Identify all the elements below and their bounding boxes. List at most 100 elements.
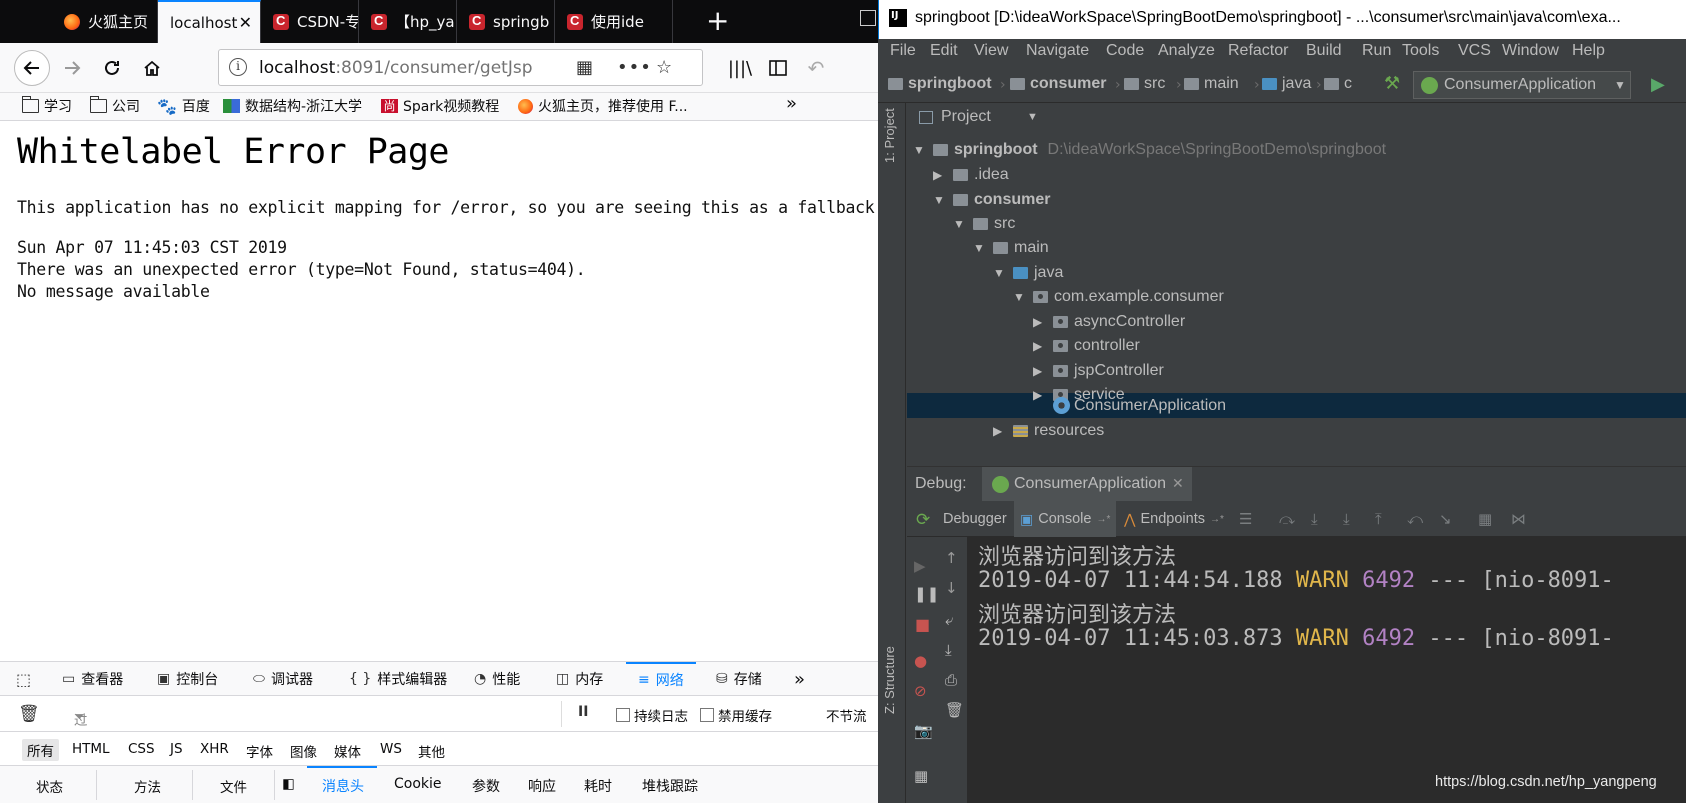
stop-icon[interactable]: ■ xyxy=(915,615,930,634)
structure-tool-tab[interactable]: Z: Structure xyxy=(882,646,897,714)
pause-button[interactable]: II xyxy=(578,704,588,720)
tab-cookie[interactable]: Cookie xyxy=(394,776,442,792)
close-icon[interactable]: ✕ xyxy=(1172,475,1184,492)
column-method[interactable]: 方法 xyxy=(134,776,161,796)
type-css[interactable]: CSS xyxy=(128,741,155,757)
bookmark-data-structures[interactable]: 数据结构-浙江大学 xyxy=(223,96,362,116)
column-file[interactable]: 文件 xyxy=(220,776,272,796)
tab-headers[interactable]: 消息头 xyxy=(322,776,364,796)
type-ws[interactable]: WS xyxy=(380,741,402,757)
collapsed-arrow-icon[interactable]: ▶ xyxy=(1033,315,1047,329)
print-icon[interactable]: ⎙ xyxy=(945,671,957,689)
crumb-package[interactable]: c xyxy=(1324,75,1352,93)
debug-session-tab[interactable]: ConsumerApplication ✕ xyxy=(982,467,1192,502)
project-tool-tab[interactable]: 1: Project xyxy=(882,108,897,163)
tree-item-idea[interactable]: ▶ .idea xyxy=(933,162,1009,187)
devtools-overflow-icon[interactable]: » xyxy=(794,662,805,696)
expanded-arrow-icon[interactable]: ▼ xyxy=(953,217,967,231)
tab-debugger[interactable]: ⬭ 调试器 xyxy=(253,662,313,696)
menu-help[interactable]: Help xyxy=(1572,42,1605,60)
scroll-down-icon[interactable]: ↓ xyxy=(945,579,958,597)
expanded-arrow-icon[interactable]: ▼ xyxy=(973,241,987,255)
menu-build[interactable]: Build xyxy=(1306,42,1342,60)
crumb-springboot[interactable]: springboot xyxy=(888,75,992,93)
tree-item-main[interactable]: ▼ main xyxy=(973,235,1049,260)
scroll-to-end-icon[interactable]: ⤓ xyxy=(945,641,952,659)
disable-cache-checkbox[interactable]: 禁用缓存 xyxy=(700,705,772,725)
collapsed-arrow-icon[interactable]: ▶ xyxy=(1033,339,1047,353)
chevron-down-icon[interactable]: ▼ xyxy=(1027,111,1038,123)
element-picker-icon[interactable]: ⬚ xyxy=(16,662,37,696)
tab-csdn[interactable]: CSDN-专 xyxy=(261,0,359,43)
type-media[interactable]: 媒体 xyxy=(334,741,361,761)
tab-shiyong-idea[interactable]: 使用ide xyxy=(555,0,673,43)
console-output[interactable]: 浏览器访问到该方法 2019-04-07 11:44:54.188 WARN 6… xyxy=(967,537,1686,803)
sidebar-toggle-icon[interactable] xyxy=(762,52,794,84)
url-bar[interactable]: i localhost:8091/consumer/getJsp ▦ ••• ☆ xyxy=(218,49,703,86)
menu-window[interactable]: Window xyxy=(1502,42,1559,60)
toggle-sidebar-icon[interactable]: ◧ xyxy=(282,776,295,792)
tab-memory[interactable]: ◫ 内存 xyxy=(556,662,603,696)
tab-style-editor[interactable]: { } 样式编辑器 xyxy=(349,662,447,696)
library-icon[interactable]: |||\ xyxy=(724,52,756,84)
crumb-java[interactable]: java xyxy=(1262,75,1311,93)
run-to-cursor-icon[interactable]: ↘ xyxy=(1439,510,1452,528)
menu-tools[interactable]: Tools xyxy=(1402,42,1439,60)
close-tab-icon[interactable]: ✕ xyxy=(239,13,252,32)
menu-navigate[interactable]: Navigate xyxy=(1026,42,1089,60)
more-actions-icon[interactable]: ••• xyxy=(617,57,652,78)
bookmark-gongsi[interactable]: 公司 xyxy=(89,96,140,116)
reload-button[interactable] xyxy=(96,52,128,84)
mute-breakpoints-icon[interactable]: ⊘ xyxy=(914,682,927,700)
new-tab-button[interactable]: + xyxy=(706,4,729,38)
tab-console[interactable]: ▣ Console →* xyxy=(1014,501,1117,537)
type-xhr[interactable]: XHR xyxy=(200,741,229,757)
info-icon[interactable]: i xyxy=(229,58,247,76)
type-all[interactable]: 所有 xyxy=(22,739,59,761)
bookmark-firefox-home[interactable]: 火狐主页，推荐使用 F... xyxy=(518,96,688,116)
collapsed-arrow-icon[interactable]: ▶ xyxy=(933,168,947,182)
forward-button[interactable] xyxy=(56,52,88,84)
tab-response[interactable]: 响应 xyxy=(528,776,556,796)
settings-icon[interactable]: ⋈ xyxy=(1511,510,1526,528)
menu-edit[interactable]: Edit xyxy=(930,42,958,60)
tab-params[interactable]: 参数 xyxy=(472,776,500,796)
bookmark-spark[interactable]: 尚 Spark视频教程 xyxy=(381,96,499,116)
tab-endpoints[interactable]: ⋀ Endpoints →* xyxy=(1118,501,1230,537)
throttle-select[interactable]: 不节流 xyxy=(826,705,867,725)
collapsed-arrow-icon[interactable]: ▶ xyxy=(1033,364,1047,378)
tab-network[interactable]: ≡ 网络 xyxy=(626,662,696,696)
persist-logs-checkbox[interactable]: 持续日志 xyxy=(616,705,688,725)
menu-vcs[interactable]: VCS xyxy=(1458,42,1491,60)
type-js[interactable]: JS xyxy=(170,741,183,757)
tree-item-jspcontroller[interactable]: ▶ jspController xyxy=(1033,358,1164,383)
drop-frame-icon[interactable]: ⤺ xyxy=(1407,510,1423,528)
evaluate-icon[interactable]: ▦ xyxy=(1478,510,1492,528)
soft-wrap-icon[interactable]: ⤶ xyxy=(945,611,953,629)
tree-item-consumerapplication[interactable]: ConsumerApplication xyxy=(1053,393,1226,418)
tree-item-resources[interactable]: ▶ resources xyxy=(993,418,1104,443)
run-icon[interactable]: ▶ xyxy=(1651,74,1665,95)
trash-icon[interactable]: 🗑 xyxy=(18,704,40,724)
step-over-icon[interactable]: ⤼ xyxy=(1279,510,1295,528)
tree-item-asynccontroller[interactable]: ▶ asyncController xyxy=(1033,309,1185,334)
view-breakpoints-icon[interactable]: ● xyxy=(914,652,927,670)
menu-file[interactable]: File xyxy=(890,42,916,60)
project-view-selector[interactable]: Project xyxy=(941,108,991,126)
tab-huohu[interactable]: 火狐主页 xyxy=(52,0,158,43)
tab-debugger[interactable]: Debugger xyxy=(937,501,1013,537)
type-fonts[interactable]: 字体 xyxy=(246,741,273,761)
crumb-src[interactable]: src xyxy=(1124,75,1165,93)
collapsed-arrow-icon[interactable]: ▶ xyxy=(993,424,1007,438)
bookmark-star-icon[interactable]: ☆ xyxy=(656,57,672,78)
expanded-arrow-icon[interactable]: ▼ xyxy=(993,266,1007,280)
bookmark-xuexi[interactable]: 学习 xyxy=(21,96,72,116)
clear-all-icon[interactable]: 🗑 xyxy=(945,701,964,719)
tree-item-src[interactable]: ▼ src xyxy=(953,211,1015,236)
tree-item-springboot[interactable]: ▼ springboot D:\ideaWorkSpace\SpringBootDe… xyxy=(913,137,1386,162)
type-html[interactable]: HTML xyxy=(72,741,110,757)
home-button[interactable] xyxy=(136,52,168,84)
tab-localhost[interactable]: localhost ✕ xyxy=(158,0,261,43)
menu-view[interactable]: View xyxy=(974,42,1008,60)
tab-stack-trace[interactable]: 堆栈跟踪 xyxy=(642,776,698,796)
